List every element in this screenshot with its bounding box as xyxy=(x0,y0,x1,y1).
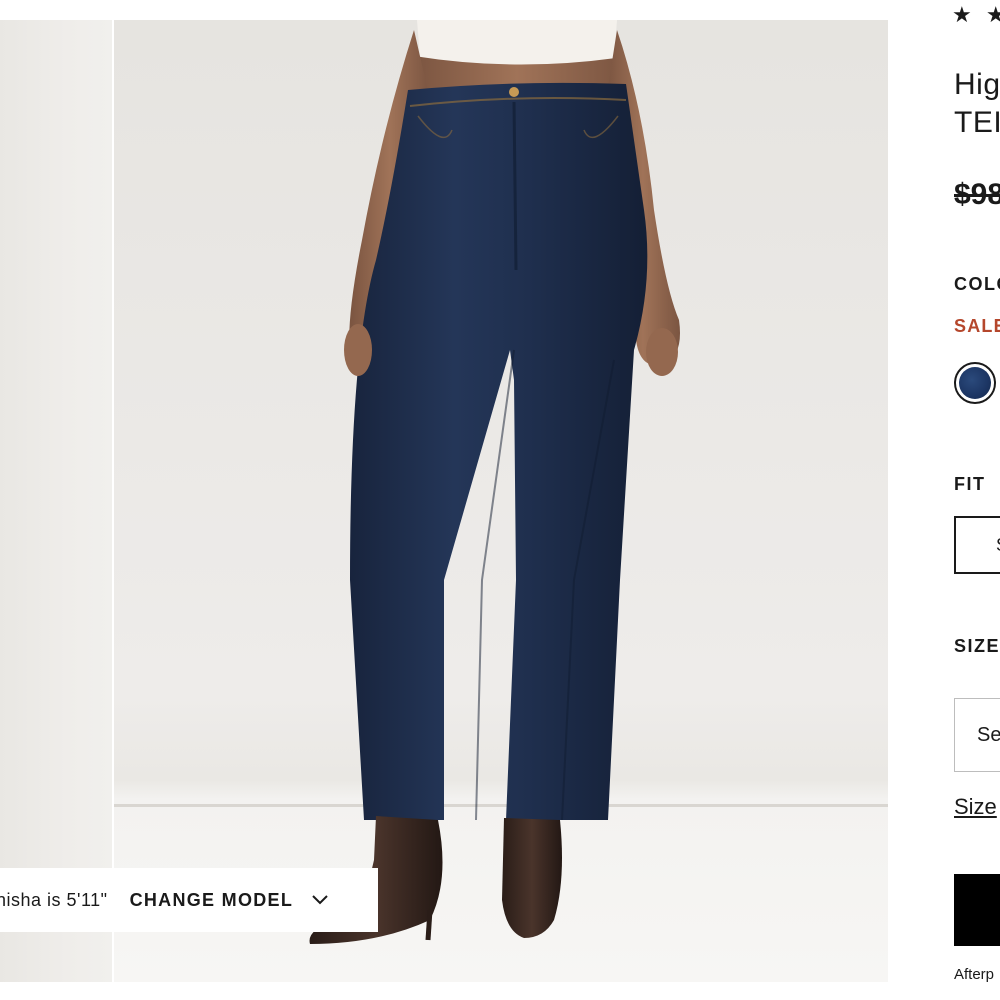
original-price: $98 xyxy=(954,178,1000,211)
jeans-button xyxy=(509,87,519,97)
size-guide-link[interactable]: Size xyxy=(954,794,997,820)
rating-stars-icon[interactable]: ★ ★ xyxy=(952,4,1000,26)
sale-label: SALE xyxy=(954,316,1000,336)
model-height-text: nisha is 5'11" xyxy=(0,889,108,910)
change-model-button[interactable]: CHANGE MODEL xyxy=(130,890,330,911)
change-model-label: CHANGE MODEL xyxy=(129,889,294,910)
color-swatch-fill xyxy=(959,367,991,399)
product-gallery: nisha is 5'11" CHANGE MODEL xyxy=(0,0,890,1000)
fit-option-label: S xyxy=(996,535,1000,556)
crop-top xyxy=(417,20,617,65)
size-select-dropdown[interactable]: Se xyxy=(954,698,1000,772)
jeans xyxy=(350,82,648,820)
product-title-line-2: TEI xyxy=(954,106,1000,139)
product-title: Hig TEI xyxy=(954,66,1000,142)
size-label: SIZE xyxy=(954,636,1000,656)
product-title-line-1: Hig xyxy=(954,68,1000,101)
fit-option-button[interactable]: S xyxy=(954,516,1000,574)
color-label: COLO xyxy=(954,274,1000,294)
product-details-panel: ★ ★ Hig TEI $98 COLO SALE FIT S SIZE Se … xyxy=(890,0,1000,1000)
fit-label: FIT xyxy=(954,474,986,494)
main-product-photo[interactable] xyxy=(114,20,888,982)
color-swatch-selected[interactable] xyxy=(954,362,996,404)
size-select-placeholder: Se xyxy=(977,723,1000,746)
afterpay-text: Afterp xyxy=(954,966,995,983)
model-info-banner: nisha is 5'11" CHANGE MODEL xyxy=(0,868,378,932)
right-ankle-boot xyxy=(502,818,562,938)
previous-image-thumbnail[interactable] xyxy=(0,20,112,982)
chevron-down-icon xyxy=(312,895,328,905)
model-wearing-jeans-illustration xyxy=(114,20,888,944)
gallery-top-strip xyxy=(0,0,890,20)
gallery-bottom-strip xyxy=(0,982,890,1000)
add-to-bag-button[interactable] xyxy=(954,874,1000,946)
floor-line xyxy=(114,804,888,807)
